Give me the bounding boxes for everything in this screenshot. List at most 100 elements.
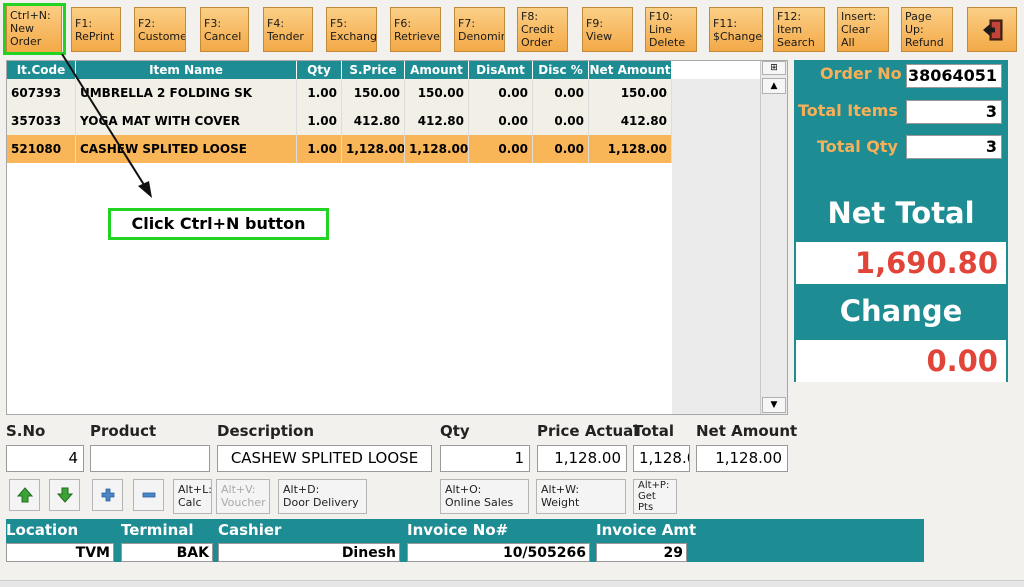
qty-field[interactable]: 1 — [440, 445, 530, 472]
price-actual-field[interactable]: 1,128.00 — [537, 445, 627, 472]
column-header-disc[interactable]: Disc % — [533, 61, 589, 79]
online-sales-button[interactable]: Alt+O: Online Sales — [440, 479, 529, 514]
cell-amount: 150.00 — [405, 79, 469, 107]
cell-qty: 1.00 — [297, 135, 342, 163]
total-field: 1,128.00 — [633, 445, 690, 472]
cashier-value: Dinesh — [218, 543, 400, 562]
summary-panel: Order No 38064051 Total Items 3 Total Qt… — [794, 60, 1008, 382]
cell-disamt: 0.00 — [469, 135, 533, 163]
line-delete-button[interactable]: F10: Line Delete — [645, 7, 697, 52]
table-row-selected[interactable]: 521080 CASHEW SPLITED LOOSE 1.00 1,128.0… — [7, 135, 672, 163]
order-no-field: 38064051 — [906, 64, 1002, 88]
cell-item-name: YOGA MAT WITH COVER — [76, 107, 297, 135]
instruction-callout: Click Ctrl+N button — [108, 208, 329, 240]
cell-item-name: UMBRELLA 2 FOLDING SK — [76, 79, 297, 107]
invoice-amt-label: Invoice Amt — [596, 521, 697, 539]
order-no-label: Order No — [820, 64, 902, 83]
total-items-field: 3 — [906, 100, 1002, 124]
invoice-no-label: Invoice No# — [407, 521, 509, 539]
window-bottom-bar — [0, 580, 1024, 587]
cell-disamt: 0.00 — [469, 79, 533, 107]
scroll-down-icon[interactable]: ▼ — [762, 397, 786, 413]
change-label: Change — [839, 294, 963, 328]
grid-header: It.Code Item Name Qty S.Price Amount Dis… — [7, 61, 672, 79]
net-amount-field: 1,128.00 — [696, 445, 788, 472]
terminal-value: BAK — [121, 543, 213, 562]
column-header-disamt[interactable]: DisAmt — [469, 61, 533, 79]
reprint-button[interactable]: F1: RePrint — [71, 7, 121, 52]
invoice-no-value: 10/505266 — [407, 543, 590, 562]
exchange-button[interactable]: F5: Exchang — [326, 7, 377, 52]
cell-sprice: 1,128.00 — [342, 135, 405, 163]
new-order-button[interactable]: Ctrl+N: New Order — [6, 3, 62, 53]
move-up-button[interactable] — [9, 479, 40, 511]
view-button[interactable]: F9: View — [582, 7, 633, 52]
scroll-up-icon[interactable]: ▲ — [762, 78, 786, 94]
product-label: Product — [90, 422, 157, 440]
cancel-button[interactable]: F3: Cancel — [200, 7, 249, 52]
grid-scrollbar[interactable]: ⊞ ▲ ▼ — [760, 61, 787, 414]
sno-field[interactable]: 4 — [6, 445, 84, 472]
column-chooser-icon[interactable]: ⊞ — [762, 61, 786, 75]
column-header-amount[interactable]: Amount — [405, 61, 469, 79]
clear-all-button[interactable]: Insert: Clear All — [837, 7, 889, 52]
add-quantity-button[interactable] — [92, 479, 123, 511]
net-total-label: Net Total — [827, 196, 975, 230]
description-label: Description — [217, 422, 315, 440]
column-header-net-amount[interactable]: Net Amount — [589, 61, 672, 79]
total-qty-field: 3 — [906, 135, 1002, 159]
cell-net-amount: 1,128.00 — [589, 135, 672, 163]
cell-code: 521080 — [7, 135, 76, 163]
cashier-label: Cashier — [218, 521, 282, 539]
toolbar: Ctrl+N: New Order F1: RePrint F2: Custom… — [0, 0, 1024, 56]
invoice-amt-value: 29 — [596, 543, 687, 562]
voucher-button[interactable]: Alt+V: Voucher — [216, 479, 270, 514]
grid-empty-area — [672, 79, 760, 414]
net-total-value: 1,690.80 — [796, 242, 1006, 284]
change-button[interactable]: F11: $Change — [709, 7, 763, 52]
terminal-label: Terminal — [121, 521, 194, 539]
product-field[interactable] — [90, 445, 210, 472]
cell-disamt: 0.00 — [469, 107, 533, 135]
description-field[interactable]: CASHEW SPLITED LOOSE — [217, 445, 432, 472]
cell-disc: 0.00 — [533, 79, 589, 107]
retrieve-button[interactable]: F6: Retrieve — [390, 7, 441, 52]
change-value: 0.00 — [796, 340, 1006, 382]
table-row[interactable]: 357033 YOGA MAT WITH COVER 1.00 412.80 4… — [7, 107, 672, 135]
item-search-button[interactable]: F12: Item Search — [773, 7, 825, 52]
refund-button[interactable]: Page Up: Refund — [901, 7, 953, 52]
column-header-qty[interactable]: Qty — [297, 61, 342, 79]
cell-item-name: CASHEW SPLITED LOOSE — [76, 135, 297, 163]
calc-button[interactable]: Alt+L: Calc — [173, 479, 212, 514]
credit-order-button[interactable]: F8: Credit Order — [517, 7, 568, 52]
cell-qty: 1.00 — [297, 79, 342, 107]
customer-button[interactable]: F2: Custome — [134, 7, 186, 52]
cell-qty: 1.00 — [297, 107, 342, 135]
weight-button[interactable]: Alt+W: Weight — [536, 479, 626, 514]
cell-disc: 0.00 — [533, 135, 589, 163]
door-delivery-button[interactable]: Alt+D: Door Delivery — [278, 479, 367, 514]
sno-label: S.No — [6, 422, 46, 440]
exit-button[interactable] — [967, 7, 1017, 52]
cell-amount: 412.80 — [405, 107, 469, 135]
column-header-code[interactable]: It.Code — [7, 61, 76, 79]
column-header-sprice[interactable]: S.Price — [342, 61, 405, 79]
denomination-button[interactable]: F7: Denomin — [454, 7, 505, 52]
column-header-item-name[interactable]: Item Name — [76, 61, 297, 79]
move-down-button[interactable] — [49, 479, 80, 511]
cell-code: 607393 — [7, 79, 76, 107]
status-footer: Location Terminal Cashier Invoice No# In… — [6, 519, 924, 562]
get-points-button[interactable]: Alt+P: Get Pts — [633, 479, 677, 514]
cell-net-amount: 412.80 — [589, 107, 672, 135]
cell-net-amount: 150.00 — [589, 79, 672, 107]
subtract-quantity-button[interactable] — [133, 479, 164, 511]
tender-button[interactable]: F4: Tender — [263, 7, 313, 52]
table-row[interactable]: 607393 UMBRELLA 2 FOLDING SK 1.00 150.00… — [7, 79, 672, 107]
qty-label: Qty — [440, 422, 470, 440]
price-actual-label: Price Actual — [537, 422, 639, 440]
arrow-down-icon — [56, 487, 73, 503]
cell-code: 357033 — [7, 107, 76, 135]
total-qty-label: Total Qty — [817, 137, 898, 156]
minus-icon — [142, 492, 155, 498]
cell-amount: 1,128.00 — [405, 135, 469, 163]
